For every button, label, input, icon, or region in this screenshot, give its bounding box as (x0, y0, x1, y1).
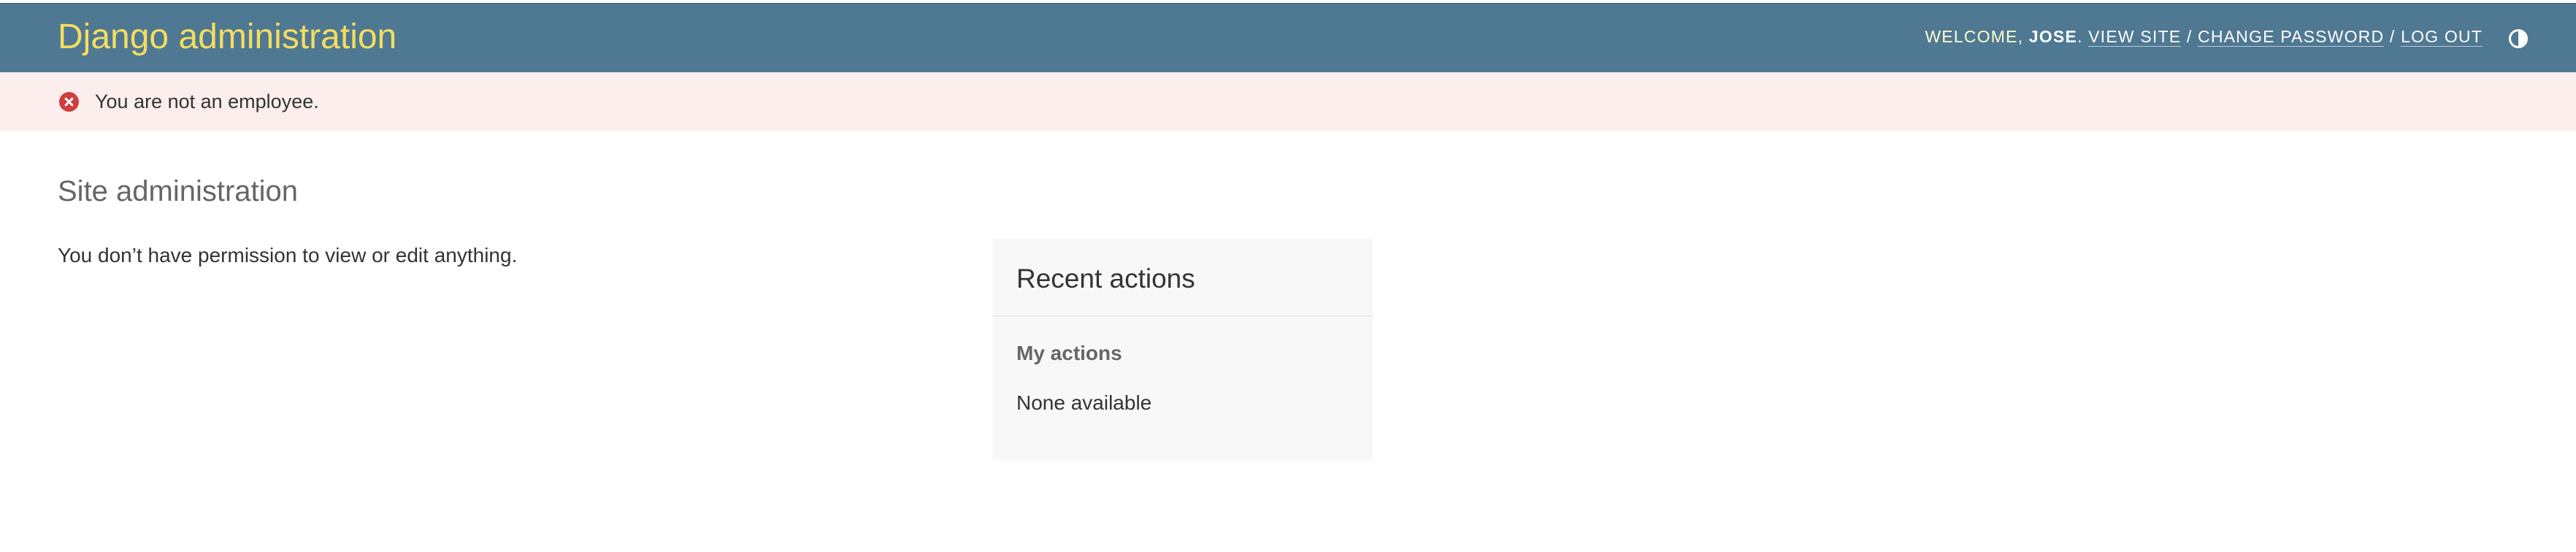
separator: / (2389, 27, 2396, 46)
change-password-link[interactable]: Change password (2198, 27, 2385, 47)
error-message-text: You are not an employee. (95, 91, 319, 112)
empty-actions-text: None available (1016, 391, 1152, 414)
panel-divider (992, 315, 1373, 317)
theme-toggle-icon[interactable] (2509, 29, 2528, 48)
header-bar: Django administration Welcome, Jose. Vie… (0, 3, 2576, 72)
view-site-link[interactable]: View site (2088, 27, 2182, 47)
separator: / (2186, 27, 2193, 46)
error-icon (59, 92, 79, 112)
recent-actions-panel: Recent actions My actions None available (992, 239, 1373, 461)
contrast-half (2518, 31, 2526, 46)
my-actions-heading: My actions (1016, 342, 1122, 364)
username-suffix: . (2077, 27, 2083, 46)
page-title: Site administration (58, 175, 299, 207)
permission-message: You don’t have permission to view or edi… (58, 244, 518, 267)
welcome-label: Welcome, (1925, 27, 2024, 46)
username: Jose (2028, 27, 2077, 46)
error-message-bar: You are not an employee. (0, 72, 2576, 131)
site-branding-link[interactable]: Django administration (58, 20, 396, 55)
recent-actions-title: Recent actions (1016, 264, 1195, 294)
log-out-link[interactable]: Log out (2401, 27, 2483, 47)
user-tools: Welcome, Jose. View site / Change passwo… (1925, 27, 2483, 47)
